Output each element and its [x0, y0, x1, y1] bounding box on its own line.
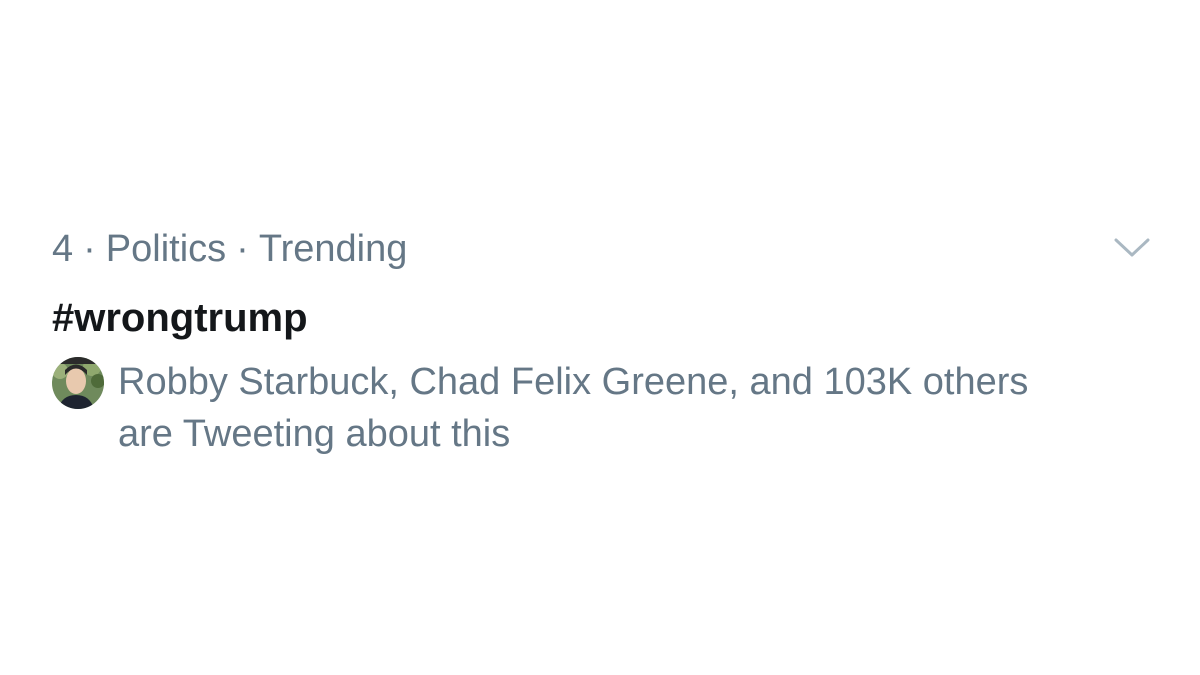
meta-separator: ·	[236, 228, 249, 270]
chevron-down-icon[interactable]	[1112, 232, 1152, 262]
trend-context: Robby Starbuck, Chad Felix Greene, and 1…	[118, 356, 1178, 460]
meta-separator: ·	[83, 228, 96, 270]
trend-context-line-1: Robby Starbuck, Chad Felix Greene, and 1…	[118, 361, 1029, 403]
avatar-image	[52, 357, 104, 409]
chevron-down-icon-graphic	[1114, 238, 1150, 257]
trend-context-line-2: are Tweeting about this	[118, 413, 511, 455]
trend-item[interactable]: 4 · Politics · Trending #wrongtrump Robb…	[0, 0, 1200, 675]
trend-rank: 4	[52, 228, 74, 270]
trend-status: Trending	[258, 228, 408, 270]
user-avatar	[52, 357, 104, 409]
trend-category: Politics	[105, 228, 227, 270]
trend-meta: 4 · Politics · Trending	[52, 224, 407, 274]
trend-hashtag[interactable]: #wrongtrump	[52, 290, 308, 346]
